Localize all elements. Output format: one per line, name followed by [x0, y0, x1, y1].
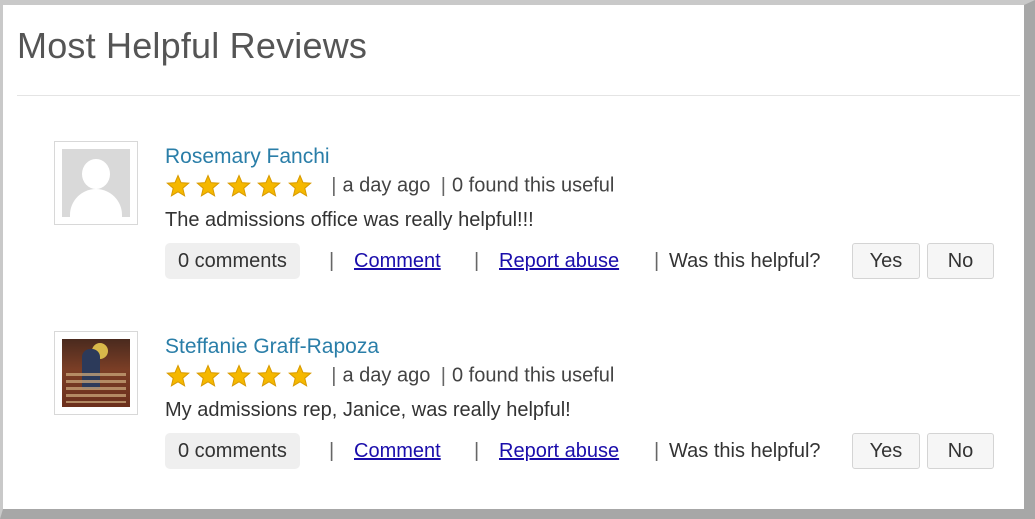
report-abuse-link[interactable]: Report abuse — [499, 243, 619, 279]
avatar — [54, 331, 138, 415]
star-icon — [196, 364, 221, 387]
star-icon — [287, 364, 312, 387]
review-time: a day ago — [342, 174, 431, 197]
yes-button[interactable]: Yes — [852, 243, 920, 279]
default-user-avatar-icon — [62, 149, 130, 217]
star-icon — [226, 364, 251, 387]
useful-count: 0 found this useful — [451, 364, 615, 387]
separator: | — [329, 440, 335, 462]
no-button[interactable]: No — [927, 433, 994, 469]
separator: | — [329, 250, 335, 272]
comments-count-button[interactable]: 0 comments — [165, 433, 300, 469]
title-divider — [17, 95, 1020, 96]
separator: | — [654, 250, 660, 272]
star-rating — [165, 174, 313, 198]
separator: | — [440, 174, 446, 197]
star-rating — [165, 364, 313, 388]
separator: | — [331, 364, 337, 387]
useful-count: 0 found this useful — [451, 174, 615, 197]
helpful-question: Was this helpful? — [669, 250, 821, 272]
star-icon — [166, 364, 190, 387]
comment-link[interactable]: Comment — [354, 243, 441, 279]
star-icon — [287, 174, 312, 197]
comments-count-button[interactable]: 0 comments — [165, 243, 300, 279]
star-icon — [257, 364, 282, 387]
avatar — [54, 141, 138, 225]
separator: | — [331, 174, 337, 197]
review-actions: 0 comments | Comment | Report abuse | Wa… — [165, 433, 1005, 469]
reviews-panel: Most Helpful Reviews Rosemary Fanchi | a … — [0, 0, 1035, 519]
review-text: My admissions rep, Janice, was really he… — [165, 399, 571, 421]
star-icon — [226, 174, 251, 197]
star-icon — [196, 174, 221, 197]
review-meta: | a day ago | 0 found this useful — [165, 174, 614, 200]
separator: | — [474, 250, 480, 272]
report-abuse-link[interactable]: Report abuse — [499, 433, 619, 469]
helpful-question: Was this helpful? — [669, 440, 821, 462]
separator: | — [474, 440, 480, 462]
reviewer-name[interactable]: Rosemary Fanchi — [165, 145, 330, 169]
comment-link[interactable]: Comment — [354, 433, 441, 469]
review-time: a day ago — [342, 364, 431, 387]
review-meta: | a day ago | 0 found this useful — [165, 364, 614, 390]
no-button[interactable]: No — [927, 243, 994, 279]
star-icon — [166, 174, 190, 197]
review-text: The admissions office was really helpful… — [165, 209, 534, 231]
reviewer-name[interactable]: Steffanie Graff-Rapoza — [165, 335, 379, 359]
star-icon — [257, 174, 282, 197]
separator: | — [654, 440, 660, 462]
separator: | — [440, 364, 446, 387]
page-title: Most Helpful Reviews — [17, 25, 368, 66]
photo-avatar-icon — [62, 339, 130, 407]
yes-button[interactable]: Yes — [852, 433, 920, 469]
review-actions: 0 comments | Comment | Report abuse | Wa… — [165, 243, 1005, 279]
